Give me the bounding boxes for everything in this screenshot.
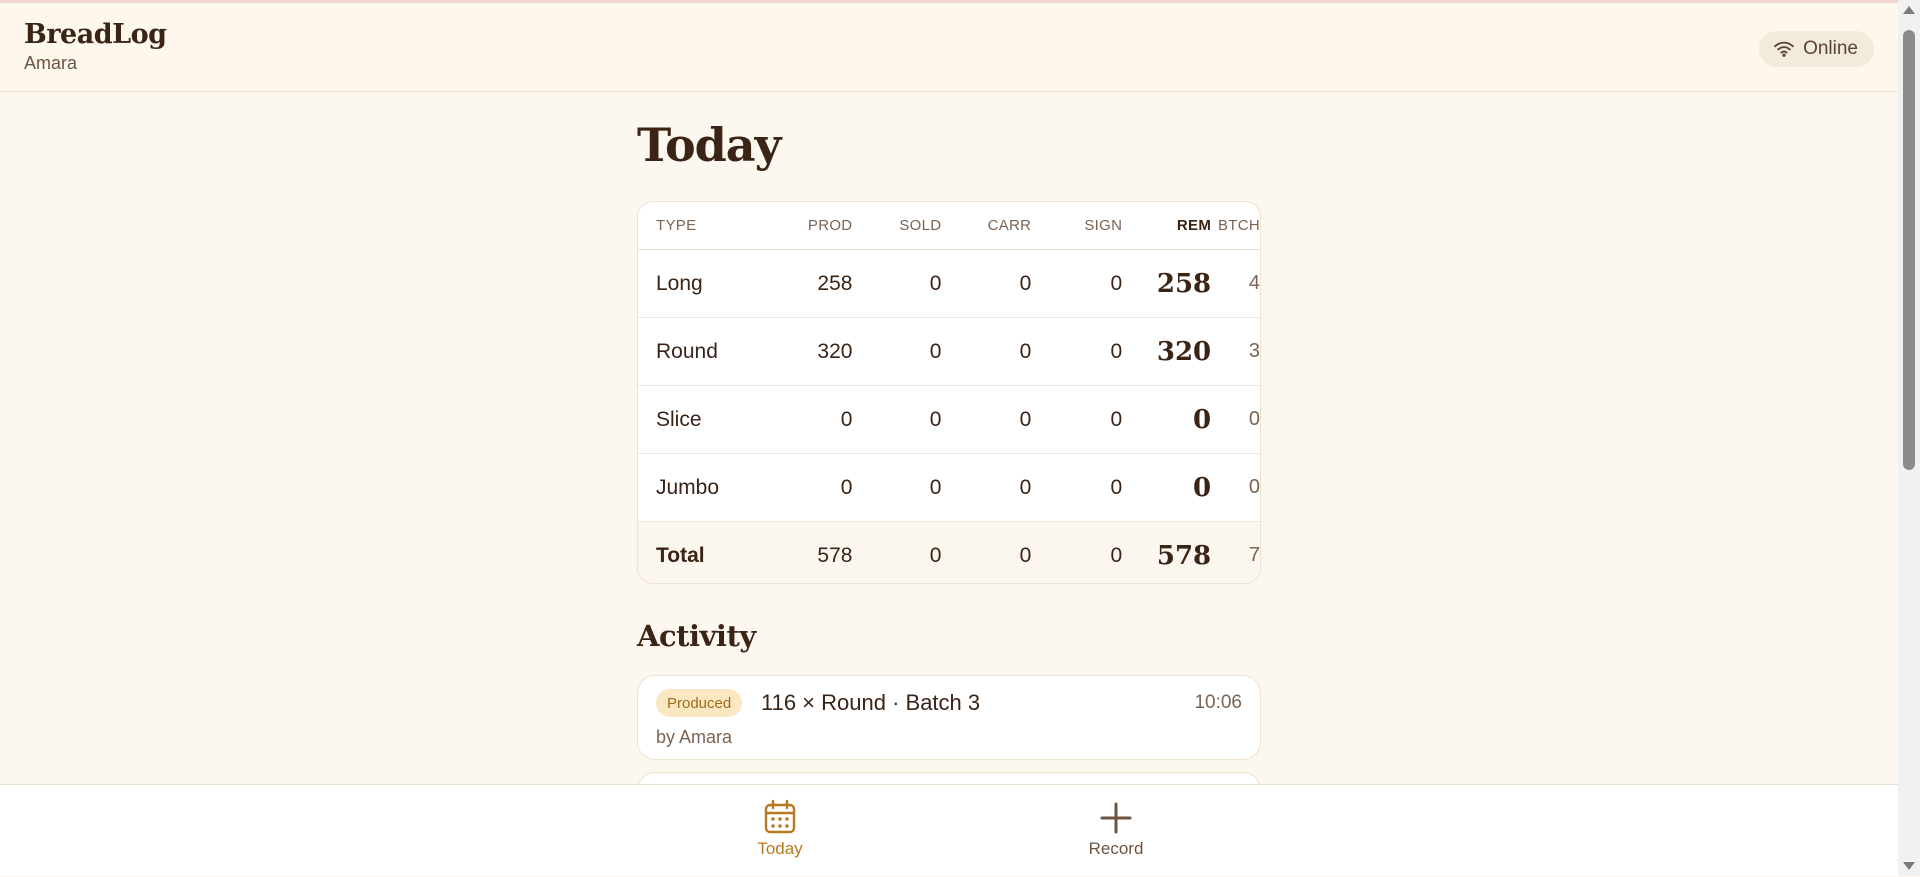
nav-record[interactable]: Record [1036, 785, 1196, 877]
row-type: Slice [656, 407, 702, 431]
activity-author: by Amara [656, 727, 733, 747]
total-rem: 578 [1156, 540, 1212, 571]
row-type: Jumbo [656, 475, 720, 499]
table-row: Slice 0 0 0 0 0 0 [638, 385, 1260, 453]
total-prod: 578 [817, 543, 853, 567]
row-btch: 4 [1248, 272, 1261, 294]
row-prod: 0 [840, 407, 853, 431]
status-label: Online [1803, 38, 1858, 59]
current-user: Amara [24, 53, 78, 73]
row-carr: 0 [1019, 339, 1032, 363]
calendar-icon [764, 799, 796, 834]
row-btch: 3 [1248, 340, 1261, 362]
row-prod: 320 [817, 339, 853, 363]
activity-heading: Activity [637, 619, 756, 653]
row-type: Long [656, 271, 703, 295]
row-sign: 0 [1110, 407, 1123, 431]
total-sold: 0 [929, 543, 942, 567]
scroll-up-arrow-icon[interactable] [1903, 6, 1915, 14]
table-header-row: TYPE PROD SOLD CARR SIGN REM BTCH [638, 202, 1260, 250]
row-prod: 0 [840, 475, 853, 499]
plus-icon [1100, 802, 1132, 834]
activity-time: 10:06 [1194, 692, 1242, 713]
page-scrollbar[interactable] [1898, 0, 1920, 876]
app-brand: BreadLog [24, 19, 167, 50]
row-sign: 0 [1110, 271, 1123, 295]
row-btch: 0 [1248, 476, 1261, 498]
wifi-icon [1774, 41, 1794, 57]
total-carr: 0 [1019, 543, 1032, 567]
total-btch: 7 [1248, 544, 1261, 566]
row-carr: 0 [1019, 475, 1032, 499]
app-header: BreadLog Amara Online [0, 3, 1898, 92]
activity-item[interactable]: Produced 116 × Round · Batch 3 10:06 by … [637, 675, 1261, 760]
row-carr: 0 [1019, 271, 1032, 295]
table-row: Long 258 0 0 0 258 4 [638, 250, 1260, 317]
activity-title: 116 × Round · Batch 3 [761, 690, 981, 715]
row-sign: 0 [1110, 475, 1123, 499]
header-btch: BTCH [1217, 217, 1261, 234]
connection-status-badge: Online [1759, 31, 1874, 67]
row-sold: 0 [929, 475, 942, 499]
row-carr: 0 [1019, 407, 1032, 431]
summary-table: TYPE PROD SOLD CARR SIGN REM BTCH Long 2… [637, 201, 1261, 584]
scroll-down-arrow-icon[interactable] [1903, 862, 1915, 870]
header-sign: SIGN [1084, 217, 1123, 234]
row-rem: 0 [1193, 472, 1212, 503]
row-btch: 0 [1248, 408, 1261, 430]
header-prod: PROD [807, 217, 853, 234]
row-rem: 258 [1156, 268, 1212, 299]
row-sold: 0 [929, 271, 942, 295]
nav-record-label: Record [1088, 839, 1144, 858]
header-carr: CARR [987, 217, 1032, 234]
table-total-row: Total 578 0 0 0 578 7 [638, 521, 1261, 583]
header-sold: SOLD [899, 217, 942, 234]
header-type: TYPE [656, 217, 697, 234]
scroll-thumb[interactable] [1903, 30, 1915, 470]
header-rem: REM [1176, 217, 1212, 234]
row-rem: 320 [1156, 336, 1212, 367]
row-sold: 0 [929, 339, 942, 363]
row-prod: 258 [817, 271, 853, 295]
row-sold: 0 [929, 407, 942, 431]
row-type: Round [656, 339, 718, 363]
table-row: Jumbo 0 0 0 0 0 0 [638, 453, 1260, 521]
nav-today-label: Today [757, 839, 803, 858]
total-sign: 0 [1110, 543, 1123, 567]
row-sign: 0 [1110, 339, 1123, 363]
nav-today[interactable]: Today [700, 785, 860, 877]
row-rem: 0 [1193, 404, 1212, 435]
activity-badge: Produced [656, 689, 743, 717]
bottom-nav: Today Record [0, 784, 1898, 876]
table-row: Round 320 0 0 0 320 3 [638, 317, 1260, 385]
page-title: Today [637, 118, 781, 172]
total-type: Total [656, 543, 705, 567]
